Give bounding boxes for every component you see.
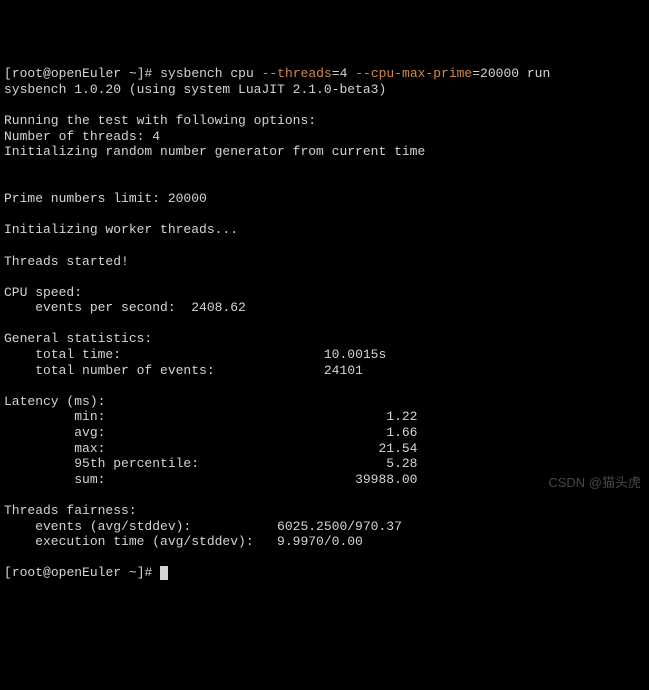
exec-time-label: execution time (avg/stddev): xyxy=(4,534,277,549)
prompt-close-2: ] xyxy=(137,565,145,580)
prime-limit-line: Prime numbers limit: 20000 xyxy=(4,191,207,206)
prompt-sym: # xyxy=(145,66,153,81)
total-time-label: total time: xyxy=(4,347,324,362)
general-stats-header: General statistics: xyxy=(4,331,152,346)
latency-header: Latency (ms): xyxy=(4,394,105,409)
lat-p95-label: 95th percentile: xyxy=(4,456,386,471)
prompt-sym-2: # xyxy=(145,565,153,580)
fairness-header: Threads fairness: xyxy=(4,503,137,518)
init-rng-line: Initializing random number generator fro… xyxy=(4,144,425,159)
cmd-opt2-flag: --cpu-max-prime xyxy=(355,66,472,81)
total-time-value: 10.0015s xyxy=(324,347,386,362)
total-events-value: 24101 xyxy=(324,363,363,378)
lat-p95-value: 5.28 xyxy=(386,456,417,471)
events-avg-value: 6025.2500/970.37 xyxy=(277,519,402,534)
lat-sum-label: sum: xyxy=(4,472,355,487)
cmd-opt1-flag: --threads xyxy=(262,66,332,81)
lat-max-value: 21.54 xyxy=(378,441,417,456)
eps-value: 2408.62 xyxy=(191,300,246,315)
cmd-opt1-val: =4 xyxy=(332,66,348,81)
threads-line: Number of threads: 4 xyxy=(4,129,160,144)
running-line: Running the test with following options: xyxy=(4,113,316,128)
prompt-host-2: openEuler xyxy=(51,565,121,580)
events-avg-label: events (avg/stddev): xyxy=(4,519,277,534)
total-events-label: total number of events: xyxy=(4,363,324,378)
cmd-action: run xyxy=(527,66,550,81)
lat-min-value: 1.22 xyxy=(386,409,417,424)
version-line: sysbench 1.0.20 (using system LuaJIT 2.1… xyxy=(4,82,386,97)
exec-time-value: 9.9970/0.00 xyxy=(277,534,363,549)
cpu-speed-header: CPU speed: xyxy=(4,285,82,300)
watermark-text: CSDN @猫头虎 xyxy=(548,475,641,491)
prompt-open: [ xyxy=(4,66,12,81)
lat-avg-value: 1.66 xyxy=(386,425,417,440)
prompt-open-2: [ xyxy=(4,565,12,580)
threads-started-line: Threads started! xyxy=(4,254,129,269)
eps-label: events per second: xyxy=(4,300,191,315)
cmd-bin: sysbench xyxy=(160,66,222,81)
prompt-close: ] xyxy=(137,66,145,81)
terminal-cursor[interactable] xyxy=(160,566,168,580)
init-workers-line: Initializing worker threads... xyxy=(4,222,238,237)
prompt-at-2: @ xyxy=(43,565,51,580)
prompt-user: root xyxy=(12,66,43,81)
terminal-output: [root@openEuler ~]# sysbench cpu --threa… xyxy=(4,66,645,581)
prompt-host: openEuler xyxy=(51,66,121,81)
cmd-sub: cpu xyxy=(230,66,253,81)
cmd-opt2-val: =20000 xyxy=(472,66,519,81)
prompt-dir-2: ~ xyxy=(129,565,137,580)
lat-min-label: min: xyxy=(4,409,386,424)
lat-max-label: max: xyxy=(4,441,378,456)
lat-avg-label: avg: xyxy=(4,425,386,440)
prompt-dir: ~ xyxy=(129,66,137,81)
prompt-at: @ xyxy=(43,66,51,81)
lat-sum-value: 39988.00 xyxy=(355,472,417,487)
prompt-user-2: root xyxy=(12,565,43,580)
